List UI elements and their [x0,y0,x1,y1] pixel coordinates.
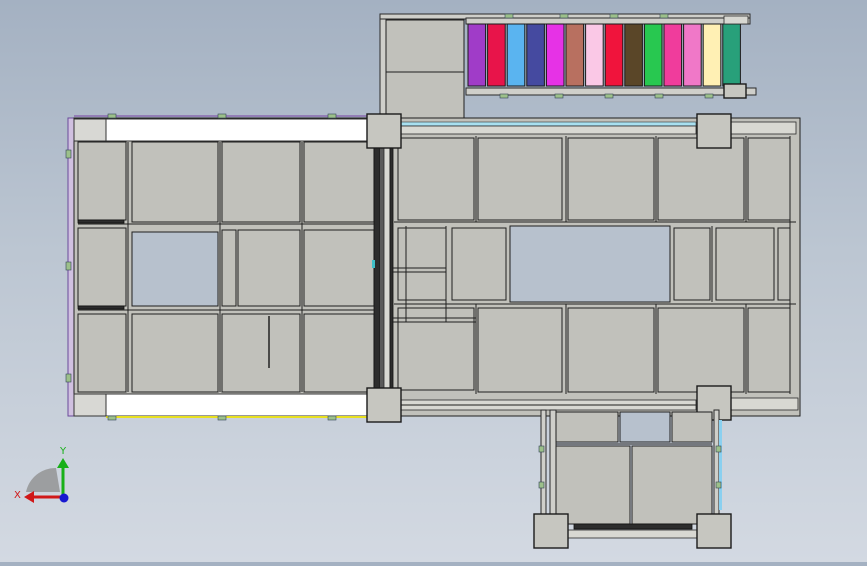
cable-chain-link [604,23,624,87]
cable-chain-link [683,23,702,87]
cable-chain-link [643,23,663,87]
cable-chain-link [624,23,643,87]
corner-block-top-right [696,113,732,149]
left-panel-grid [77,141,375,393]
cable-chain-link [487,23,506,87]
cable-chain-link [506,23,526,87]
corner-block-top-left [366,113,402,149]
cable-chain-link [565,23,585,87]
corner-block-lower-right [696,513,732,549]
y-axis-label: Y [59,446,67,457]
cable-carrier-assembly [379,13,757,123]
assembly-drawing: Y X [14,13,801,549]
cable-chain-link [526,23,545,87]
corner-block-lower-left [533,513,569,549]
cable-chain-link [722,23,741,87]
lower-extension [533,409,732,549]
corner-block-bottom-left [366,387,402,423]
x-axis-label: X [14,490,21,501]
cable-chain-link [702,23,722,87]
main-base-frame [65,113,801,423]
coordinate-triad-icon: Y X [14,446,69,503]
cable-chain-links [467,23,741,87]
cable-chain-link [585,23,604,87]
right-panel-grid [392,136,796,394]
cable-chain-link [467,23,487,87]
gantry-rail [372,139,394,391]
cad-viewport[interactable]: Y X [0,0,867,562]
cable-chain-link [545,23,565,87]
cable-chain-link [663,23,683,87]
